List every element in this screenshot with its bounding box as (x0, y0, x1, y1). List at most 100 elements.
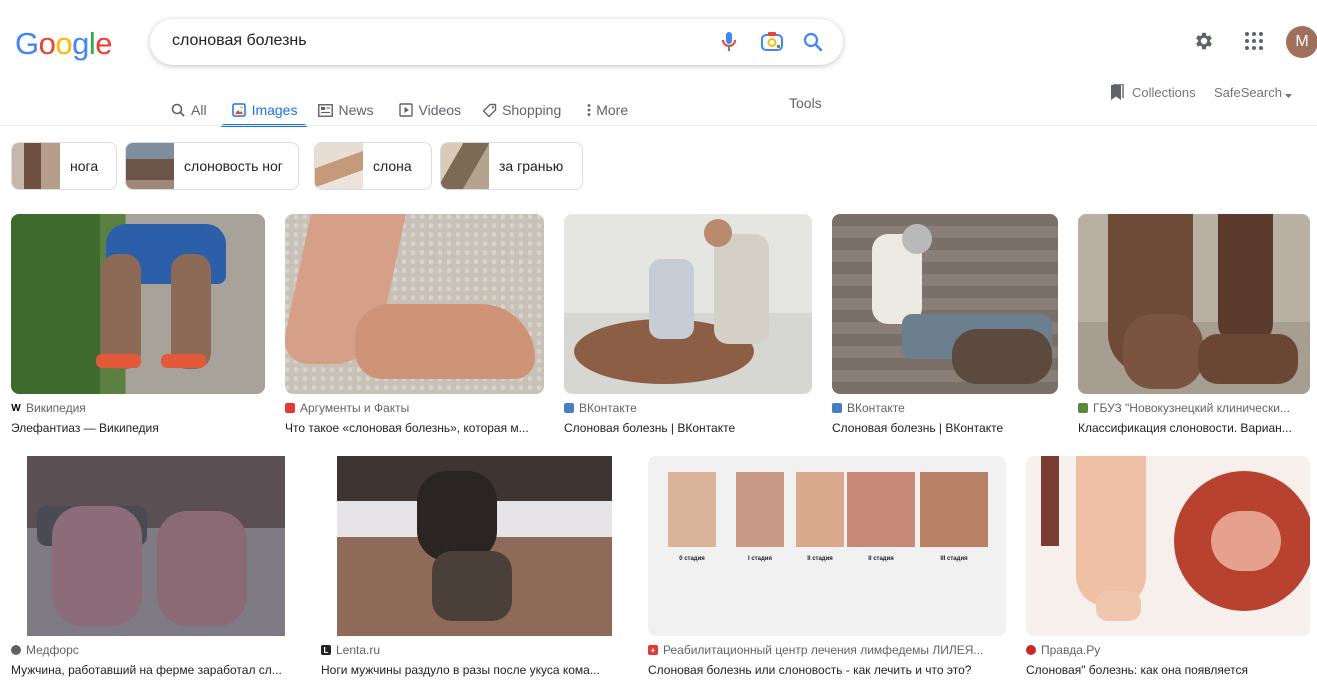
tab-all[interactable]: All (170, 94, 207, 126)
image-result[interactable]: ГБУЗ "Новокузнецкий клинически... Класси… (1078, 214, 1310, 436)
image-icon (231, 102, 247, 118)
stage-label: II стадия (868, 556, 894, 562)
source-name: Правда.Ру (1041, 643, 1101, 657)
related-chip[interactable]: слоновость ног (125, 142, 299, 190)
image-result[interactable]: ВКонтакте Слоновая болезнь | ВКонтакте (832, 214, 1058, 436)
more-vert-icon (585, 102, 593, 118)
clinic-favicon: + (648, 645, 658, 655)
related-chip[interactable]: нога (11, 142, 117, 190)
image-result[interactable]: W Википедия Элефантиаз — Википедия (11, 214, 265, 436)
avatar[interactable]: M (1286, 26, 1317, 58)
stage-label: I стадия (748, 556, 772, 562)
header-divider (0, 125, 1317, 126)
google-logo[interactable]: Google (15, 26, 113, 62)
pravda-favicon (1026, 645, 1036, 655)
apps-grid-icon[interactable] (1241, 28, 1267, 54)
safesearch-label: SafeSearch (1214, 85, 1282, 100)
image-result[interactable]: Правда.Ру Слоновая" болезнь: как она поя… (1026, 456, 1310, 678)
result-image[interactable] (832, 214, 1058, 394)
search-input[interactable]: слоновая болезнь (172, 32, 307, 50)
result-title[interactable]: Что такое «слоновая болезнь», которая м.… (285, 421, 544, 435)
result-title[interactable]: Элефантиаз — Википедия (11, 421, 265, 435)
site-favicon (1078, 403, 1088, 413)
tab-label: Shopping (502, 102, 562, 118)
image-result[interactable]: 0 стадия I стадия II стадия II стадия II… (648, 456, 1006, 678)
result-source[interactable]: ВКонтакте (832, 401, 1058, 415)
related-chip[interactable]: за гранью (440, 142, 583, 190)
tab-images[interactable]: Images (220, 94, 308, 127)
tab-videos[interactable]: Videos (398, 94, 462, 126)
source-name: Реабилитационный центр лечения лимфедемы… (663, 643, 984, 657)
logo-letter: e (95, 26, 113, 61)
result-title[interactable]: Слоновая болезнь | ВКонтакте (832, 421, 1058, 435)
result-image[interactable] (321, 456, 628, 636)
chip-thumbnail (126, 143, 174, 189)
chip-thumbnail (315, 143, 363, 189)
tab-label: More (596, 102, 629, 118)
tools-button[interactable]: Tools (789, 95, 822, 111)
tab-label: Videos (418, 102, 462, 118)
result-source[interactable]: W Википедия (11, 401, 265, 415)
aif-favicon (285, 403, 295, 413)
video-icon (398, 102, 414, 118)
image-result[interactable]: Медфорс Мужчина, работавший на ферме зар… (11, 456, 301, 678)
safesearch-dropdown[interactable]: SafeSearch (1214, 85, 1292, 101)
chip-label: слона (373, 158, 412, 174)
result-image[interactable] (11, 456, 301, 636)
result-source[interactable]: L Lenta.ru (321, 643, 628, 657)
source-name: Медфорс (26, 643, 79, 657)
tab-shopping[interactable]: Shopping (481, 94, 561, 126)
result-source[interactable]: ГБУЗ "Новокузнецкий клинически... (1078, 401, 1310, 415)
result-source[interactable]: Аргументы и Факты (285, 401, 544, 415)
related-chip[interactable]: слона (314, 142, 432, 190)
collections-link[interactable]: Collections (1110, 84, 1196, 101)
gear-icon[interactable] (1191, 28, 1217, 54)
chip-label: нога (70, 158, 99, 174)
bookmark-icon (1110, 84, 1124, 101)
stage-label: II стадия (807, 556, 833, 562)
result-image[interactable] (1078, 214, 1310, 394)
vk-favicon (564, 403, 574, 413)
source-name: Lenta.ru (336, 643, 381, 657)
microphone-icon[interactable] (716, 29, 742, 55)
stage-label: III стадия (940, 556, 968, 562)
stage-label: 0 стадия (679, 556, 705, 562)
result-title[interactable]: Слоновая болезнь | ВКонтакте (564, 421, 812, 435)
result-image[interactable] (11, 214, 265, 394)
result-source[interactable]: Медфорс (11, 643, 301, 657)
caret-down-icon (1284, 86, 1292, 101)
source-name: ВКонтакте (579, 401, 637, 415)
result-image[interactable]: 0 стадия I стадия II стадия II стадия II… (648, 456, 1006, 636)
result-source[interactable]: Правда.Ру (1026, 643, 1310, 657)
camera-lens-icon[interactable] (759, 29, 785, 55)
tab-label: All (191, 102, 207, 118)
chip-thumbnail (12, 143, 60, 189)
tab-more[interactable]: More (585, 94, 628, 126)
tab-news[interactable]: News (317, 94, 374, 126)
search-box[interactable]: слоновая болезнь (150, 19, 843, 65)
collections-label: Collections (1132, 85, 1196, 100)
result-title[interactable]: Слоновая" болезнь: как она появляется (1026, 663, 1310, 677)
chip-thumbnail (441, 143, 489, 189)
tab-label: Images (251, 102, 298, 118)
source-name: Википедия (26, 401, 86, 415)
result-title[interactable]: Ноги мужчины раздуло в разы после укуса … (321, 663, 628, 677)
search-icon[interactable] (800, 29, 826, 55)
result-source[interactable]: + Реабилитационный центр лечения лимфедем… (648, 643, 1006, 657)
image-result[interactable]: L Lenta.ru Ноги мужчины раздуло в разы по… (321, 456, 628, 678)
news-icon (317, 102, 333, 118)
result-title[interactable]: Классификация слоновости. Вариан... (1078, 421, 1310, 435)
result-title[interactable]: Мужчина, работавший на ферме заработал с… (11, 663, 301, 677)
result-title[interactable]: Слоновая болезнь или слоновость - как ле… (648, 663, 1006, 677)
result-image[interactable] (285, 214, 544, 394)
vk-favicon (832, 403, 842, 413)
result-image[interactable] (564, 214, 812, 394)
wikipedia-favicon: W (11, 402, 21, 414)
search-tabs: All Images News Videos Shopping More (170, 94, 644, 127)
image-result[interactable]: ВКонтакте Слоновая болезнь | ВКонтакте (564, 214, 812, 436)
result-source[interactable]: ВКонтакте (564, 401, 812, 415)
result-image[interactable] (1026, 456, 1310, 636)
chip-label: слоновость ног (184, 158, 283, 174)
chip-label: за гранью (499, 158, 564, 174)
image-result[interactable]: Аргументы и Факты Что такое «слоновая бо… (285, 214, 544, 436)
